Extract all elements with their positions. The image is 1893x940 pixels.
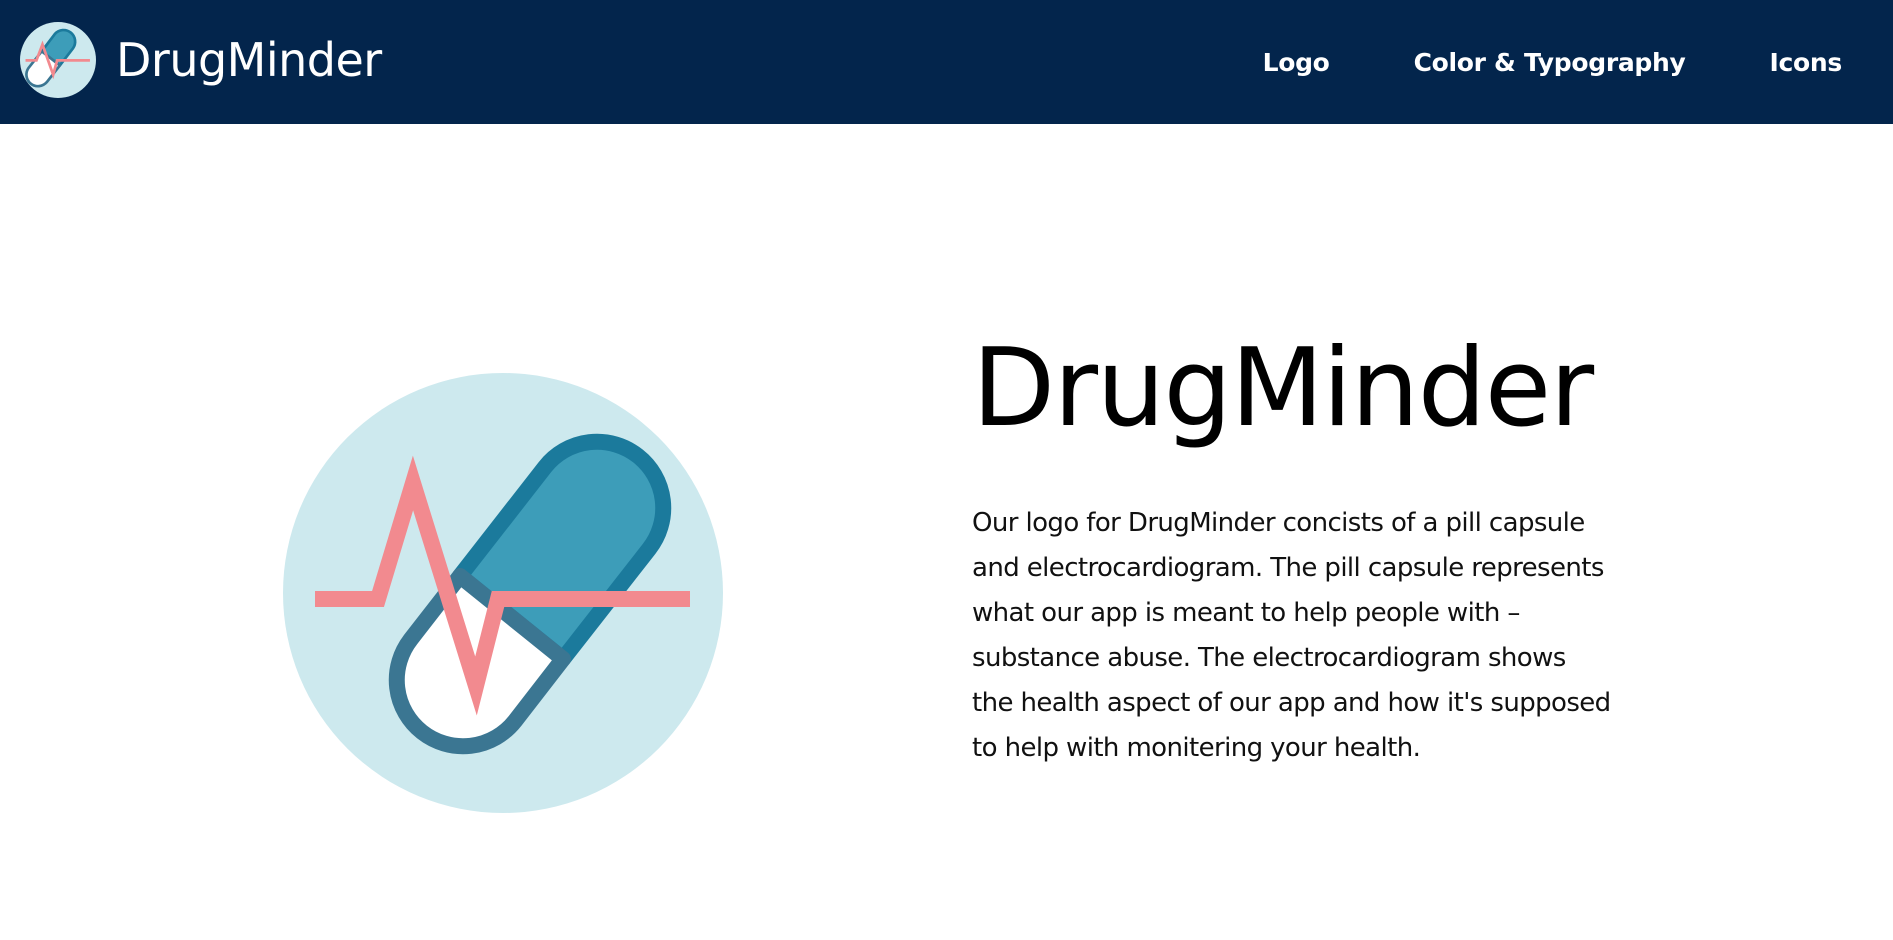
- brand-home-link[interactable]: DrugMinder: [20, 22, 382, 98]
- pill-capsule-ecg-icon: [20, 22, 96, 98]
- nav-link-logo[interactable]: Logo: [1263, 48, 1330, 77]
- hero-section: DrugMinder Our logo for DrugMinder conci…: [972, 326, 1622, 771]
- pill-capsule-ecg-icon: [283, 373, 723, 813]
- brand-name: DrugMinder: [116, 33, 382, 87]
- nav-link-icons[interactable]: Icons: [1770, 48, 1843, 77]
- hero-title: DrugMinder: [972, 326, 1594, 451]
- hero-description: Our logo for DrugMinder concists of a pi…: [972, 507, 1611, 763]
- top-navbar: DrugMinder Logo Color & Typography Icons: [0, 0, 1893, 124]
- main-nav: Logo Color & Typography Icons: [1263, 0, 1843, 124]
- nav-link-color-typography[interactable]: Color & Typography: [1414, 48, 1686, 77]
